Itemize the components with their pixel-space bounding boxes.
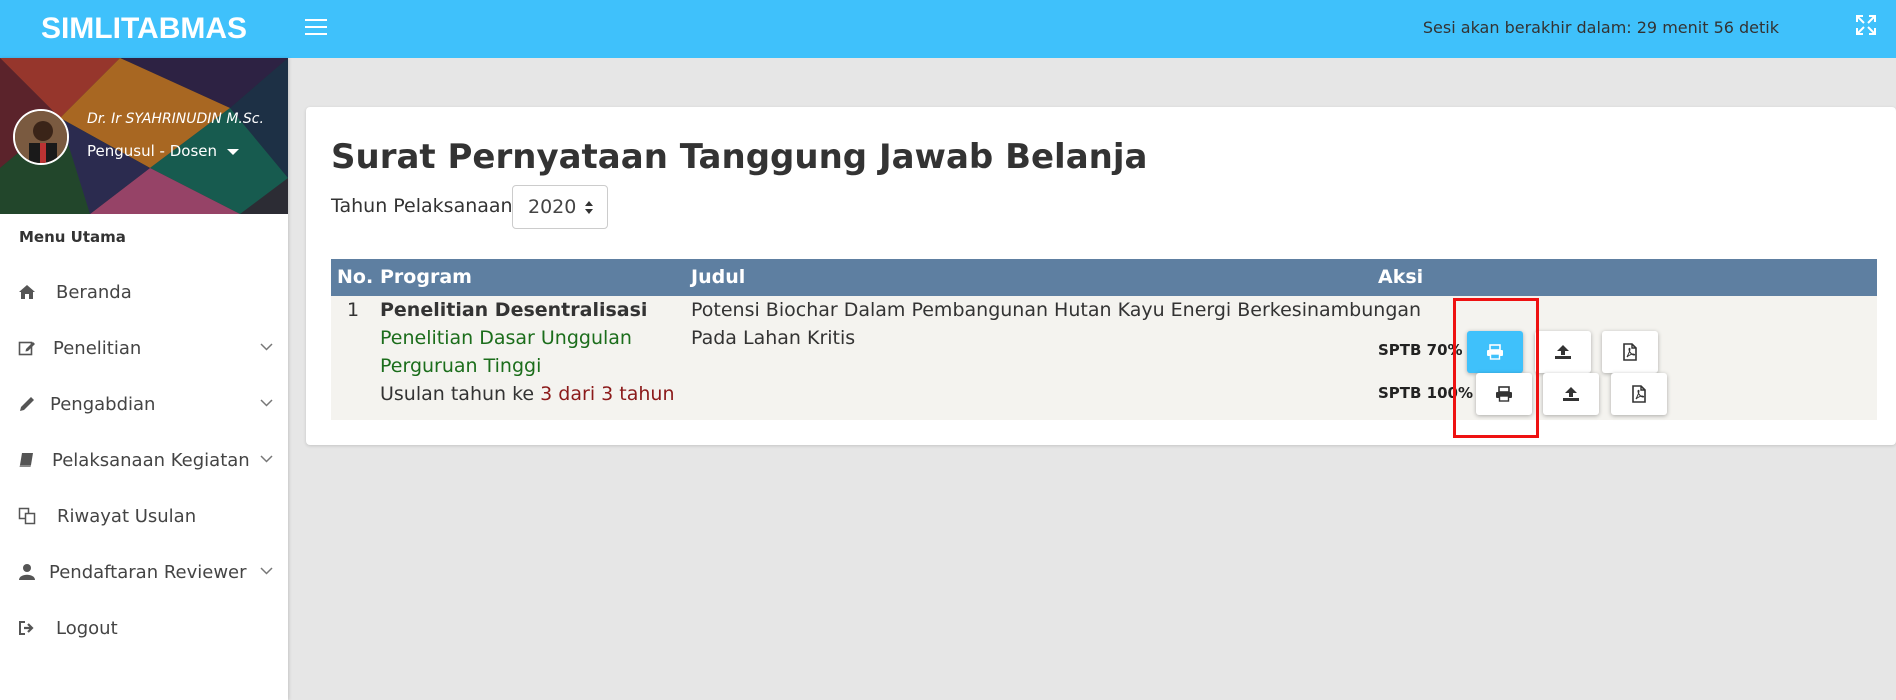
copy-icon <box>18 507 36 525</box>
sidebar-item-label: Logout <box>56 617 118 639</box>
sidebar: Dr. Ir SYAHRINUDIN M.Sc. Pengusul - Dose… <box>0 58 288 700</box>
judul-line-2: Pada Lahan Kritis <box>691 327 856 349</box>
sidebar-item-label: Beranda <box>56 281 132 303</box>
caret-down-icon <box>227 148 239 155</box>
sidebar-item-pendaftaran-reviewer[interactable]: Pendaftaran Reviewer <box>0 552 288 592</box>
sidebar-item-penelitian[interactable]: Penelitian <box>0 328 288 368</box>
year-label: Tahun Pelaksanaan: <box>331 195 519 217</box>
chevron-down-icon <box>260 343 273 351</box>
select-arrows-icon <box>585 201 593 214</box>
table-header: No. Program Judul Aksi <box>331 259 1877 296</box>
book-icon <box>19 453 33 467</box>
file-pdf-icon <box>1623 343 1637 361</box>
row-number: 1 <box>347 299 360 321</box>
page-title: Surat Pernyataan Tanggung Jawab Belanja <box>331 137 1148 177</box>
sptb-100-upload-button[interactable] <box>1543 373 1599 415</box>
year-select-value: 2020 <box>528 196 577 218</box>
file-pdf-icon <box>1632 385 1646 403</box>
program-subtitle-2: Perguruan Tinggi <box>380 355 542 377</box>
user-icon <box>19 564 35 580</box>
print-icon <box>1487 344 1503 360</box>
sidebar-item-label: Pendaftaran Reviewer <box>49 561 247 583</box>
sptb-70-print-button[interactable] <box>1467 331 1523 373</box>
app-brand[interactable]: SIMLITABMAS <box>0 0 288 58</box>
sidebar-item-pelaksanaan-kegiatan[interactable]: Pelaksanaan Kegiatan <box>0 440 288 480</box>
sidebar-item-logout[interactable]: Logout <box>0 608 288 648</box>
sidebar-item-label: Penelitian <box>53 337 142 359</box>
sidebar-item-label: Riwayat Usulan <box>57 505 197 527</box>
user-name: Dr. Ir SYAHRINUDIN M.Sc. <box>87 111 264 127</box>
sptb-70-pdf-button[interactable] <box>1602 331 1658 373</box>
chevron-down-icon <box>260 455 273 463</box>
sidebar-item-label: Pelaksanaan Kegiatan <box>52 449 250 471</box>
session-timer: Sesi akan berakhir dalam: 29 menit 56 de… <box>1422 18 1779 37</box>
sidebar-item-riwayat-usulan[interactable]: Riwayat Usulan <box>0 496 288 536</box>
column-header-program: Program <box>380 266 472 288</box>
program-year-value: 3 dari 3 tahun <box>540 383 675 405</box>
upload-icon <box>1563 387 1579 401</box>
top-navbar: SIMLITABMAS Sesi akan berakhir dalam: 29… <box>0 0 1896 58</box>
hamburger-menu-icon[interactable] <box>305 19 327 37</box>
home-icon <box>19 285 35 299</box>
sidebar-item-beranda[interactable]: Beranda <box>0 272 288 312</box>
user-avatar <box>13 109 69 165</box>
user-role-label: Pengusul - Dosen <box>87 142 217 160</box>
user-panel: Dr. Ir SYAHRINUDIN M.Sc. Pengusul - Dose… <box>0 58 288 214</box>
chevron-down-icon <box>260 567 273 575</box>
sptb-70-label: SPTB 70% <box>1378 341 1463 359</box>
print-icon <box>1496 386 1512 402</box>
user-role-dropdown[interactable]: Pengusul - Dosen <box>87 142 239 160</box>
sptb-100-print-button[interactable] <box>1476 373 1532 415</box>
upload-icon <box>1555 345 1571 359</box>
column-header-no: No. <box>337 266 374 288</box>
chevron-down-icon <box>260 399 273 407</box>
program-year-prefix: Usulan tahun ke <box>380 383 541 405</box>
menu-header: Menu Utama <box>19 228 126 246</box>
program-year: Usulan tahun ke 3 dari 3 tahun <box>380 380 674 408</box>
year-select[interactable]: 2020 <box>512 185 608 229</box>
sptb-100-pdf-button[interactable] <box>1611 373 1667 415</box>
edit-icon <box>18 341 35 356</box>
program-subtitle: Penelitian Dasar Unggulan <box>380 327 632 349</box>
sptb-70-upload-button[interactable] <box>1535 331 1591 373</box>
sptb-100-label: SPTB 100% <box>1378 384 1474 402</box>
pencil-icon <box>20 397 34 411</box>
judul-line-1: Potensi Biochar Dalam Pembangunan Hutan … <box>691 299 1422 321</box>
program-title: Penelitian Desentralisasi <box>380 299 648 321</box>
column-header-judul: Judul <box>691 266 746 288</box>
sidebar-item-pengabdian[interactable]: Pengabdian <box>0 384 288 424</box>
column-header-aksi: Aksi <box>1378 266 1424 288</box>
sidebar-item-label: Pengabdian <box>50 393 156 415</box>
fullscreen-icon[interactable] <box>1854 13 1878 37</box>
sign-out-icon <box>19 621 34 635</box>
